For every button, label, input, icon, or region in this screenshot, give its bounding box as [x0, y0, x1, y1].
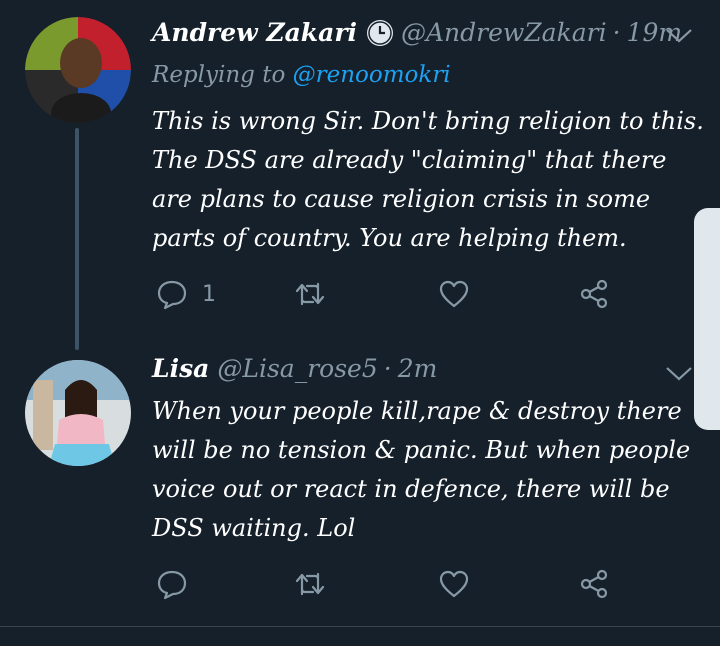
tweet-text: This is wrong Sir. Don't bring religion …: [152, 107, 704, 252]
retweet-icon: [295, 572, 325, 596]
scrollbar-thumb[interactable]: [694, 208, 720, 430]
heart-icon: [439, 280, 469, 308]
separator-dot: ·: [383, 354, 392, 383]
like-button[interactable]: [438, 566, 470, 602]
timestamp[interactable]: 2m: [398, 354, 438, 383]
tweet[interactable]: Andrew Zakari @AndrewZakari · 19m Replyi…: [0, 0, 720, 350]
clock-icon: [367, 19, 393, 46]
share-button[interactable]: [578, 566, 610, 602]
tweet[interactable]: Lisa @Lisa_rose5 · 2m When your people k…: [0, 340, 720, 630]
reply-count: 1: [202, 281, 216, 307]
share-icon: [580, 569, 608, 599]
user-handle[interactable]: @AndrewZakari: [401, 18, 607, 47]
tweet-actions: 1: [152, 276, 632, 316]
tweet-text: When your people kill,rape & destroy the…: [152, 397, 691, 542]
avatar[interactable]: [25, 360, 131, 466]
retweet-icon: [295, 282, 325, 306]
display-name[interactable]: Lisa: [152, 354, 209, 383]
retweet-button[interactable]: [294, 566, 326, 602]
reply-button[interactable]: [156, 566, 188, 602]
share-icon: [580, 279, 608, 309]
retweet-button[interactable]: [294, 276, 326, 312]
tweet-header: Andrew Zakari @AndrewZakari · 19m: [152, 18, 682, 47]
thread-line: [75, 128, 79, 350]
reply-button[interactable]: 1: [156, 276, 216, 312]
replying-to-label: Replying to: [152, 62, 286, 88]
chevron-down-icon[interactable]: [664, 364, 694, 384]
user-handle[interactable]: @Lisa_rose5: [217, 354, 377, 383]
reply-icon: [157, 570, 187, 600]
heart-icon: [439, 570, 469, 598]
chevron-down-icon[interactable]: [664, 26, 694, 46]
reply-icon: [157, 280, 187, 310]
divider: [0, 626, 720, 627]
mention-link[interactable]: @renoomokri: [293, 62, 451, 88]
display-name[interactable]: Andrew Zakari: [152, 18, 357, 47]
tweet-header: Lisa @Lisa_rose5 · 2m: [152, 354, 437, 383]
replying-to: Replying to @renoomokri: [152, 62, 451, 88]
tweet-actions: [152, 566, 632, 606]
avatar[interactable]: [25, 17, 131, 123]
like-button[interactable]: [438, 276, 470, 312]
share-button[interactable]: [578, 276, 610, 312]
separator-dot: ·: [612, 18, 621, 47]
